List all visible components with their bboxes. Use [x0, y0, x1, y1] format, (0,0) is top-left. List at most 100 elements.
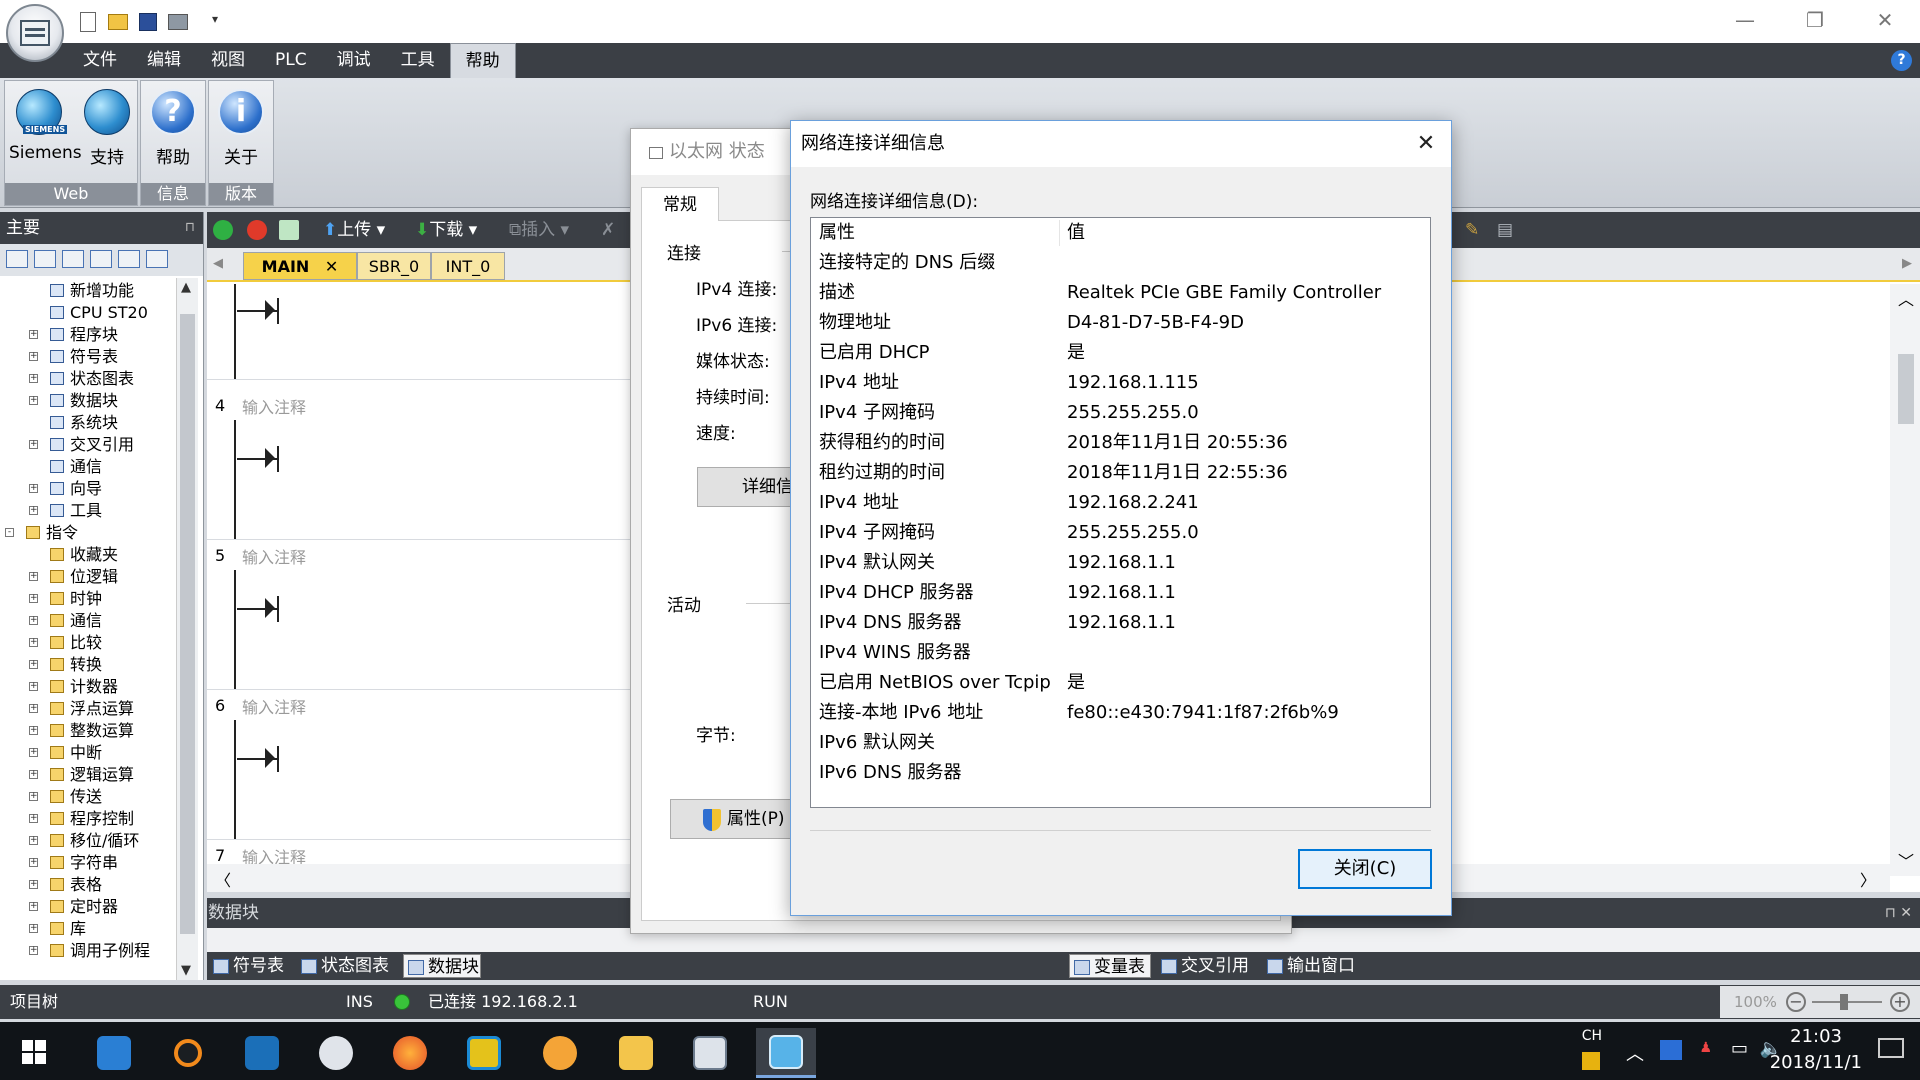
taskbar-firefox[interactable] — [380, 1028, 440, 1078]
expand-icon[interactable]: + — [29, 814, 38, 823]
taskbar-app[interactable] — [306, 1028, 366, 1078]
expand-icon[interactable]: + — [29, 594, 38, 603]
customize-toolbar-dropdown[interactable]: ▾ — [212, 12, 218, 26]
taskbar-search[interactable] — [158, 1028, 218, 1078]
tab-sbr0[interactable]: SBR_0 — [357, 252, 431, 280]
details-row[interactable]: 已启用 DHCP 是 — [811, 338, 1430, 368]
expand-icon[interactable]: + — [29, 440, 38, 449]
tree-item[interactable]: 通信 — [0, 456, 176, 478]
scrollbar-thumb[interactable] — [180, 314, 195, 934]
tray-app-icon[interactable] — [1660, 1040, 1682, 1060]
pane-close-icon[interactable]: ⊓ ✕ — [1885, 898, 1912, 928]
siemens-button[interactable]: SIEMENS Siemens — [9, 85, 82, 165]
expand-icon[interactable]: + — [29, 726, 38, 735]
tree-tool-icon[interactable] — [118, 250, 140, 268]
details-row[interactable]: IPv4 DHCP 服务器 192.168.1.1 — [811, 578, 1430, 608]
expand-icon[interactable]: + — [29, 396, 38, 405]
tab-general[interactable]: 常规 — [641, 187, 719, 223]
tree-item[interactable]: + 浮点运算 — [0, 698, 176, 720]
tree-item[interactable]: 新增功能 — [0, 280, 176, 302]
expand-icon[interactable]: + — [29, 506, 38, 515]
ime-indicator[interactable]: CH — [1582, 1028, 1602, 1044]
tab-scroll-right-icon[interactable]: ▶ — [1902, 256, 1912, 271]
properties-button[interactable]: 属性(P) — [670, 799, 800, 839]
tree-tool-icon[interactable] — [34, 250, 56, 268]
scroll-down-icon[interactable]: ▼ — [181, 963, 191, 978]
menu-item[interactable]: 调试 — [322, 43, 386, 78]
help-question-icon[interactable]: ? — [1891, 50, 1912, 71]
ladder-network[interactable]: 6 输入注释 — [207, 690, 647, 840]
tree-item[interactable]: + 通信 — [0, 610, 176, 632]
output-coil-icon[interactable] — [277, 298, 279, 324]
details-list[interactable]: 属性 值 连接特定的 DNS 后缀 描述 Realtek PCIe GBE Fami… — [810, 217, 1431, 808]
new-file-button[interactable] — [76, 10, 100, 34]
expand-icon[interactable]: + — [29, 572, 38, 581]
expand-icon[interactable]: + — [29, 770, 38, 779]
ladder-network[interactable]: 7 输入注释 — [207, 840, 647, 864]
editor-vertical-scrollbar[interactable]: ︿ ﹀ — [1890, 284, 1920, 876]
compile-icon[interactable] — [279, 220, 299, 240]
open-file-button[interactable] — [106, 10, 130, 34]
tree-tool-icon[interactable] — [90, 250, 112, 268]
toolbar-tool-icon[interactable]: ✎ — [1465, 218, 1479, 242]
details-row[interactable]: IPv4 子网掩码 255.255.255.0 — [811, 398, 1430, 428]
expand-icon[interactable]: + — [29, 924, 38, 933]
insert-button[interactable]: ⧉插入 ▾ — [509, 218, 569, 242]
details-row[interactable]: 物理地址 D4-81-D7-5B-F4-9D — [811, 308, 1430, 338]
details-row[interactable]: IPv6 默认网关 — [811, 728, 1430, 758]
tree-item[interactable]: + 库 — [0, 918, 176, 940]
ime-mode-icon[interactable] — [1582, 1052, 1600, 1070]
tree-item[interactable]: + 程序控制 — [0, 808, 176, 830]
details-row[interactable]: 租约过期的时间 2018年11月1日 22:55:36 — [811, 458, 1430, 488]
zoom-slider-thumb[interactable] — [1840, 994, 1848, 1010]
network-comment[interactable]: 输入注释 — [242, 844, 306, 864]
tree-item[interactable]: + 计数器 — [0, 676, 176, 698]
tree-item[interactable]: + 中断 — [0, 742, 176, 764]
expand-icon[interactable]: + — [29, 330, 38, 339]
support-button[interactable]: 支持 — [77, 85, 137, 168]
taskbar-app[interactable] — [680, 1028, 740, 1078]
expand-icon[interactable]: + — [29, 638, 38, 647]
delete-button[interactable]: ✗ — [601, 218, 615, 242]
expand-icon[interactable]: + — [29, 484, 38, 493]
zoom-out-icon[interactable]: − — [1786, 992, 1806, 1012]
upload-button[interactable]: ⬆上传 ▾ — [323, 218, 385, 242]
scroll-left-icon[interactable]: 〈 — [215, 867, 231, 891]
network-comment[interactable]: 输入注释 — [242, 394, 306, 418]
pin-icon[interactable]: ⊓ — [185, 212, 195, 244]
expand-icon[interactable]: + — [29, 946, 38, 955]
tree-item[interactable]: + 表格 — [0, 874, 176, 896]
tree-item[interactable]: + 移位/循环 — [0, 830, 176, 852]
network-icon[interactable]: ▭ — [1731, 1038, 1748, 1059]
tree-item[interactable]: + 调用子例程 — [0, 940, 176, 962]
close-window-button[interactable]: ✕ — [1850, 0, 1920, 40]
tree-item[interactable]: + 向导 — [0, 478, 176, 500]
output-coil-icon[interactable] — [277, 746, 279, 772]
menu-item[interactable]: 帮助 — [449, 43, 516, 78]
details-row[interactable]: IPv4 子网掩码 255.255.255.0 — [811, 518, 1430, 548]
details-row[interactable]: IPv6 DNS 服务器 — [811, 758, 1430, 788]
tab-cross-reference[interactable]: 交叉引用 — [1157, 954, 1249, 978]
tree-tool-icon[interactable] — [146, 250, 168, 268]
tree-item[interactable]: + 状态图表 — [0, 368, 176, 390]
about-button[interactable]: i 关于 — [211, 85, 271, 168]
tab-data-block[interactable]: 数据块 — [403, 954, 481, 978]
details-row[interactable]: IPv4 DNS 服务器 192.168.1.1 — [811, 608, 1430, 638]
tree-item[interactable]: + 时钟 — [0, 588, 176, 610]
tree-item[interactable]: + 传送 — [0, 786, 176, 808]
tab-symbol-table[interactable]: 符号表 — [209, 954, 284, 978]
taskbar-app[interactable] — [454, 1028, 514, 1078]
expand-icon[interactable]: + — [29, 880, 38, 889]
scroll-down-icon[interactable]: ﹀ — [1898, 848, 1914, 872]
tab-main[interactable]: MAIN ✕ — [243, 252, 357, 280]
menu-item[interactable]: 视图 — [196, 43, 260, 78]
property-column-header[interactable]: 属性 — [819, 218, 855, 248]
details-row[interactable]: 连接特定的 DNS 后缀 — [811, 248, 1430, 278]
print-button[interactable] — [166, 10, 190, 34]
network-comment[interactable]: 输入注释 — [242, 694, 306, 718]
tree-item[interactable]: 收藏夹 — [0, 544, 176, 566]
application-menu-button[interactable] — [6, 4, 64, 62]
start-button[interactable] — [22, 1040, 46, 1064]
menu-item[interactable]: PLC — [260, 43, 322, 78]
expand-icon[interactable]: + — [29, 792, 38, 801]
